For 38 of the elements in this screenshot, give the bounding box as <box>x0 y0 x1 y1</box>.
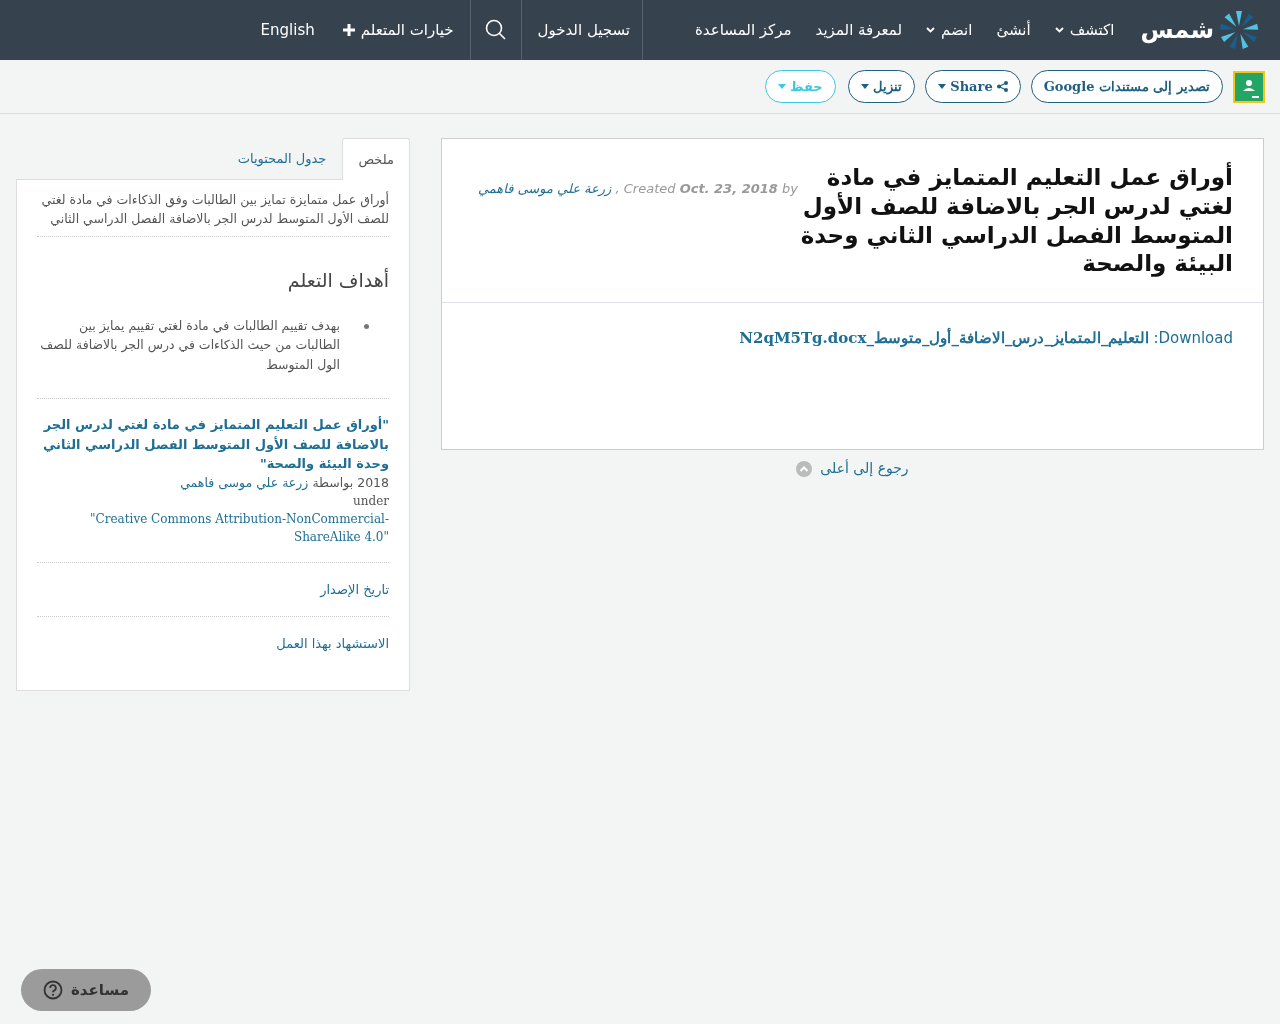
summary-text: أوراق عمل متمايزة تمايز بين الطالبات وفق الذكاءات في مادة لغتي للصف الأول المتوسط لدرس الجر بالاضافة الفصل الدراسي الثاني <box>37 185 389 238</box>
objective-item: بهدف تقييم الطالبات في مادة لغتي تقييم يمايز بين الطالبات من حيث الذكاءات في درس الجر بالاضافة للصف الول المتوسط <box>39 317 340 375</box>
citation-year-text: 2018 بواسطة <box>312 474 389 490</box>
share-icon <box>996 81 1008 92</box>
arrow-up-circle-icon <box>796 460 813 477</box>
export-button[interactable]: تصدير إلى مستندات Google <box>1030 69 1223 104</box>
site-logo[interactable]: شمس <box>1126 9 1280 51</box>
back-to-top-link[interactable]: رجوع إلى أعلى <box>796 458 909 479</box>
help-button[interactable]: مساعدة <box>21 968 151 1011</box>
language-link[interactable]: English <box>248 0 327 60</box>
classroom-icon[interactable] <box>1233 70 1265 103</box>
nav-link[interactable]: اكتشف <box>1042 0 1127 60</box>
nav-link[interactable]: مركز المساعدة <box>683 0 804 60</box>
nav-link[interactable]: لمعرفة المزيد <box>803 0 915 60</box>
learner-options-link[interactable]: خيارات المتعلم <box>326 0 471 60</box>
sidebar-link[interactable]: تاريخ الإصدار <box>320 582 389 598</box>
share-button[interactable]: Share <box>925 69 1021 104</box>
nav-link[interactable]: أنشئ <box>984 0 1043 60</box>
license-link[interactable]: "Creative Commons Attribution-NonCommercial-ShareAlike 4.0" <box>37 510 389 547</box>
search-icon <box>484 19 507 41</box>
bullet-icon <box>364 324 369 330</box>
objectives-heading: أهداف التعلم <box>286 267 389 293</box>
login-link[interactable]: تسجيل الدخول <box>521 0 643 60</box>
download-button[interactable]: تنزيل <box>848 69 916 104</box>
question-circle-icon <box>43 979 63 1000</box>
nav-link[interactable]: انضم <box>914 0 985 60</box>
citation-author-link[interactable]: زرعة علي موسى فاهمي <box>180 474 309 490</box>
sidebar-tab[interactable]: ملخص <box>342 138 410 180</box>
document-title: أوراق عمل التعليم المتمايز في مادة لغتي لدرس الجر بالاضافة للصف الأول المتوسط الفصل الدراسي الثاني وحدة البيئة والصحة <box>799 163 1233 278</box>
citation-title-link[interactable]: "أوراق عمل التعليم المتمايز في مادة لغتي لدرس الجر بالاضافة للصف الأول المتوسط الفصل الدراسي الثاني وحدة البيئة والصحة" <box>37 415 389 474</box>
sidebar-link[interactable]: الاستشهاد بهذا العمل <box>276 636 389 652</box>
plus-icon <box>342 24 355 36</box>
download-file-link[interactable]: التعليم_المتمايز_درس_الاضافة_أول_متوسط_N2qM5Tg.docx <box>739 327 1150 350</box>
author-link[interactable]: زرعة علي موسى فاهمي <box>478 181 612 196</box>
sidebar-tab[interactable]: جدول المحتويات <box>221 138 343 179</box>
download-label: Download: <box>1153 328 1233 349</box>
star-burst-icon <box>1218 9 1260 51</box>
license-under-text: under <box>353 494 389 509</box>
